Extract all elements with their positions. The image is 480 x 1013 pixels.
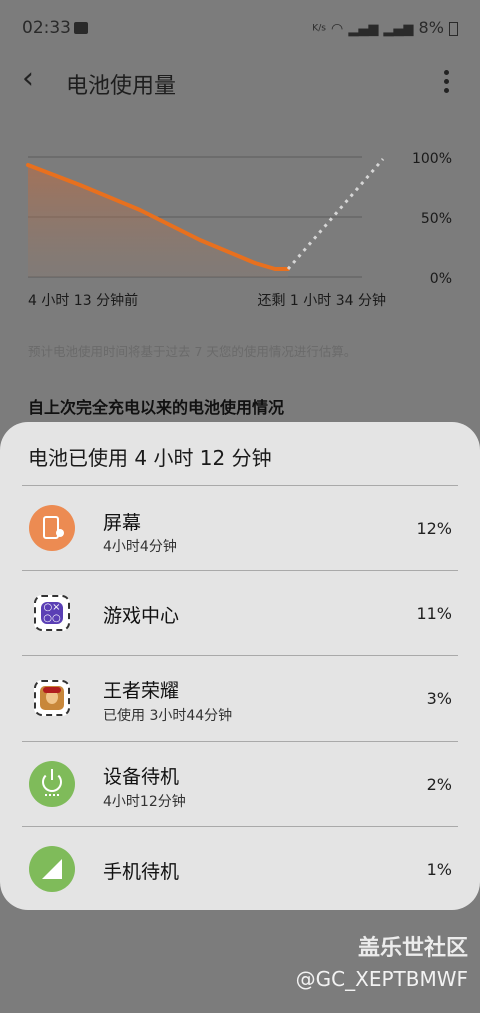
watermark-user: @GC_XEPTBMWF — [295, 967, 468, 991]
y-label-50: 50% — [421, 211, 452, 227]
item-sub: 4小时12分钟 — [103, 794, 186, 810]
item-percent: 1% — [426, 860, 452, 879]
battery-usage-chart: 100% 50% 0% — [0, 135, 480, 315]
y-label-100: 100% — [412, 151, 452, 167]
gallery-notification-icon — [74, 22, 88, 34]
screen-icon — [29, 505, 75, 551]
item-percent: 2% — [426, 775, 452, 794]
game-center-icon: ○× ○○ — [34, 595, 70, 631]
watermark-site: 盖乐世社区 — [357, 936, 468, 961]
wifi-icon: ◠ — [331, 21, 344, 37]
item-name: 游戏中心 — [103, 605, 180, 627]
honor-of-kings-icon — [34, 680, 70, 716]
item-sub: 4小时4分钟 — [103, 539, 177, 555]
signal-icon-2: ▂▄▆ — [383, 22, 414, 37]
item-percent: 12% — [416, 519, 452, 538]
estimate-note: 预计电池使用时间将基于过去 7 天您的使用情况进行估算。 — [28, 344, 357, 359]
signal-icon — [29, 846, 75, 892]
y-label-0: 0% — [430, 271, 452, 287]
more-options-icon[interactable] — [444, 70, 450, 97]
item-percent: 11% — [416, 604, 452, 623]
usage-item-screen[interactable]: 屏幕 4小时4分钟 12% — [0, 486, 480, 570]
item-name: 王者荣耀 — [103, 680, 180, 702]
item-name: 手机待机 — [103, 861, 180, 883]
forecast-line — [286, 158, 385, 270]
battery-icon — [449, 21, 458, 36]
chart-end-time: 还剩 1 小时 34 分钟 — [257, 293, 386, 309]
section-title: 自上次完全充电以来的电池使用情况 — [28, 398, 285, 417]
chart-start-time: 4 小时 13 分钟前 — [28, 293, 139, 309]
item-name: 设备待机 — [103, 766, 180, 788]
status-icons: K/s ◠ ▂▄▆ ▂▄▆ 8% — [312, 18, 458, 37]
battery-percent: 8% — [418, 18, 444, 37]
sheet-title: 电池已使用 4 小时 12 分钟 — [28, 446, 272, 470]
usage-item-game-center[interactable]: ○× ○○ 游戏中心 11% — [0, 571, 480, 655]
back-arrow-icon[interactable]: ‹ — [22, 64, 34, 94]
usage-item-honor-of-kings[interactable]: 王者荣耀 已使用 3小时44分钟 3% — [0, 656, 480, 740]
usage-item-device-idle[interactable]: 设备待机 4小时12分钟 2% — [0, 742, 480, 826]
usage-sheet: 电池已使用 4 小时 12 分钟 屏幕 4小时4分钟 12% ○× ○○ 游戏中… — [0, 422, 480, 910]
power-icon — [29, 761, 75, 807]
page-title: 电池使用量 — [66, 74, 177, 99]
item-name: 屏幕 — [103, 512, 142, 534]
signal-icon: ▂▄▆ — [348, 22, 379, 37]
network-speed: K/s — [312, 23, 326, 34]
status-bar: 02:33 K/s ◠ ▂▄▆ ▂▄▆ 8% — [0, 0, 480, 56]
item-sub: 已使用 3小时44分钟 — [103, 708, 233, 724]
item-percent: 3% — [426, 689, 452, 708]
usage-item-phone-idle[interactable]: 手机待机 1% — [0, 827, 480, 911]
status-time: 02:33 — [22, 18, 71, 38]
app-header: ‹ 电池使用量 — [0, 56, 480, 108]
